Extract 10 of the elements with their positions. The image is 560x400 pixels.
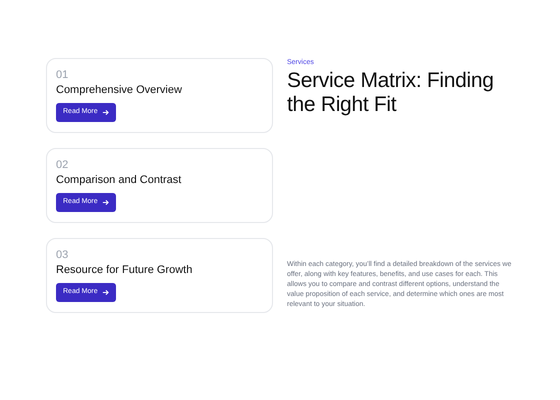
arrow-right-icon xyxy=(102,109,109,116)
arrow-right-icon xyxy=(102,289,109,296)
card-number: 02 xyxy=(56,159,68,172)
card-number: 01 xyxy=(56,69,68,82)
card-title: Resource for Future Growth xyxy=(56,263,192,277)
arrow-right-icon xyxy=(102,199,109,206)
card-title: Comparison and Contrast xyxy=(56,173,182,187)
card-title: Comprehensive Overview xyxy=(56,83,182,97)
card-number: 03 xyxy=(56,249,68,262)
heading: Service Matrix: Finding the Right Fit xyxy=(287,69,495,117)
